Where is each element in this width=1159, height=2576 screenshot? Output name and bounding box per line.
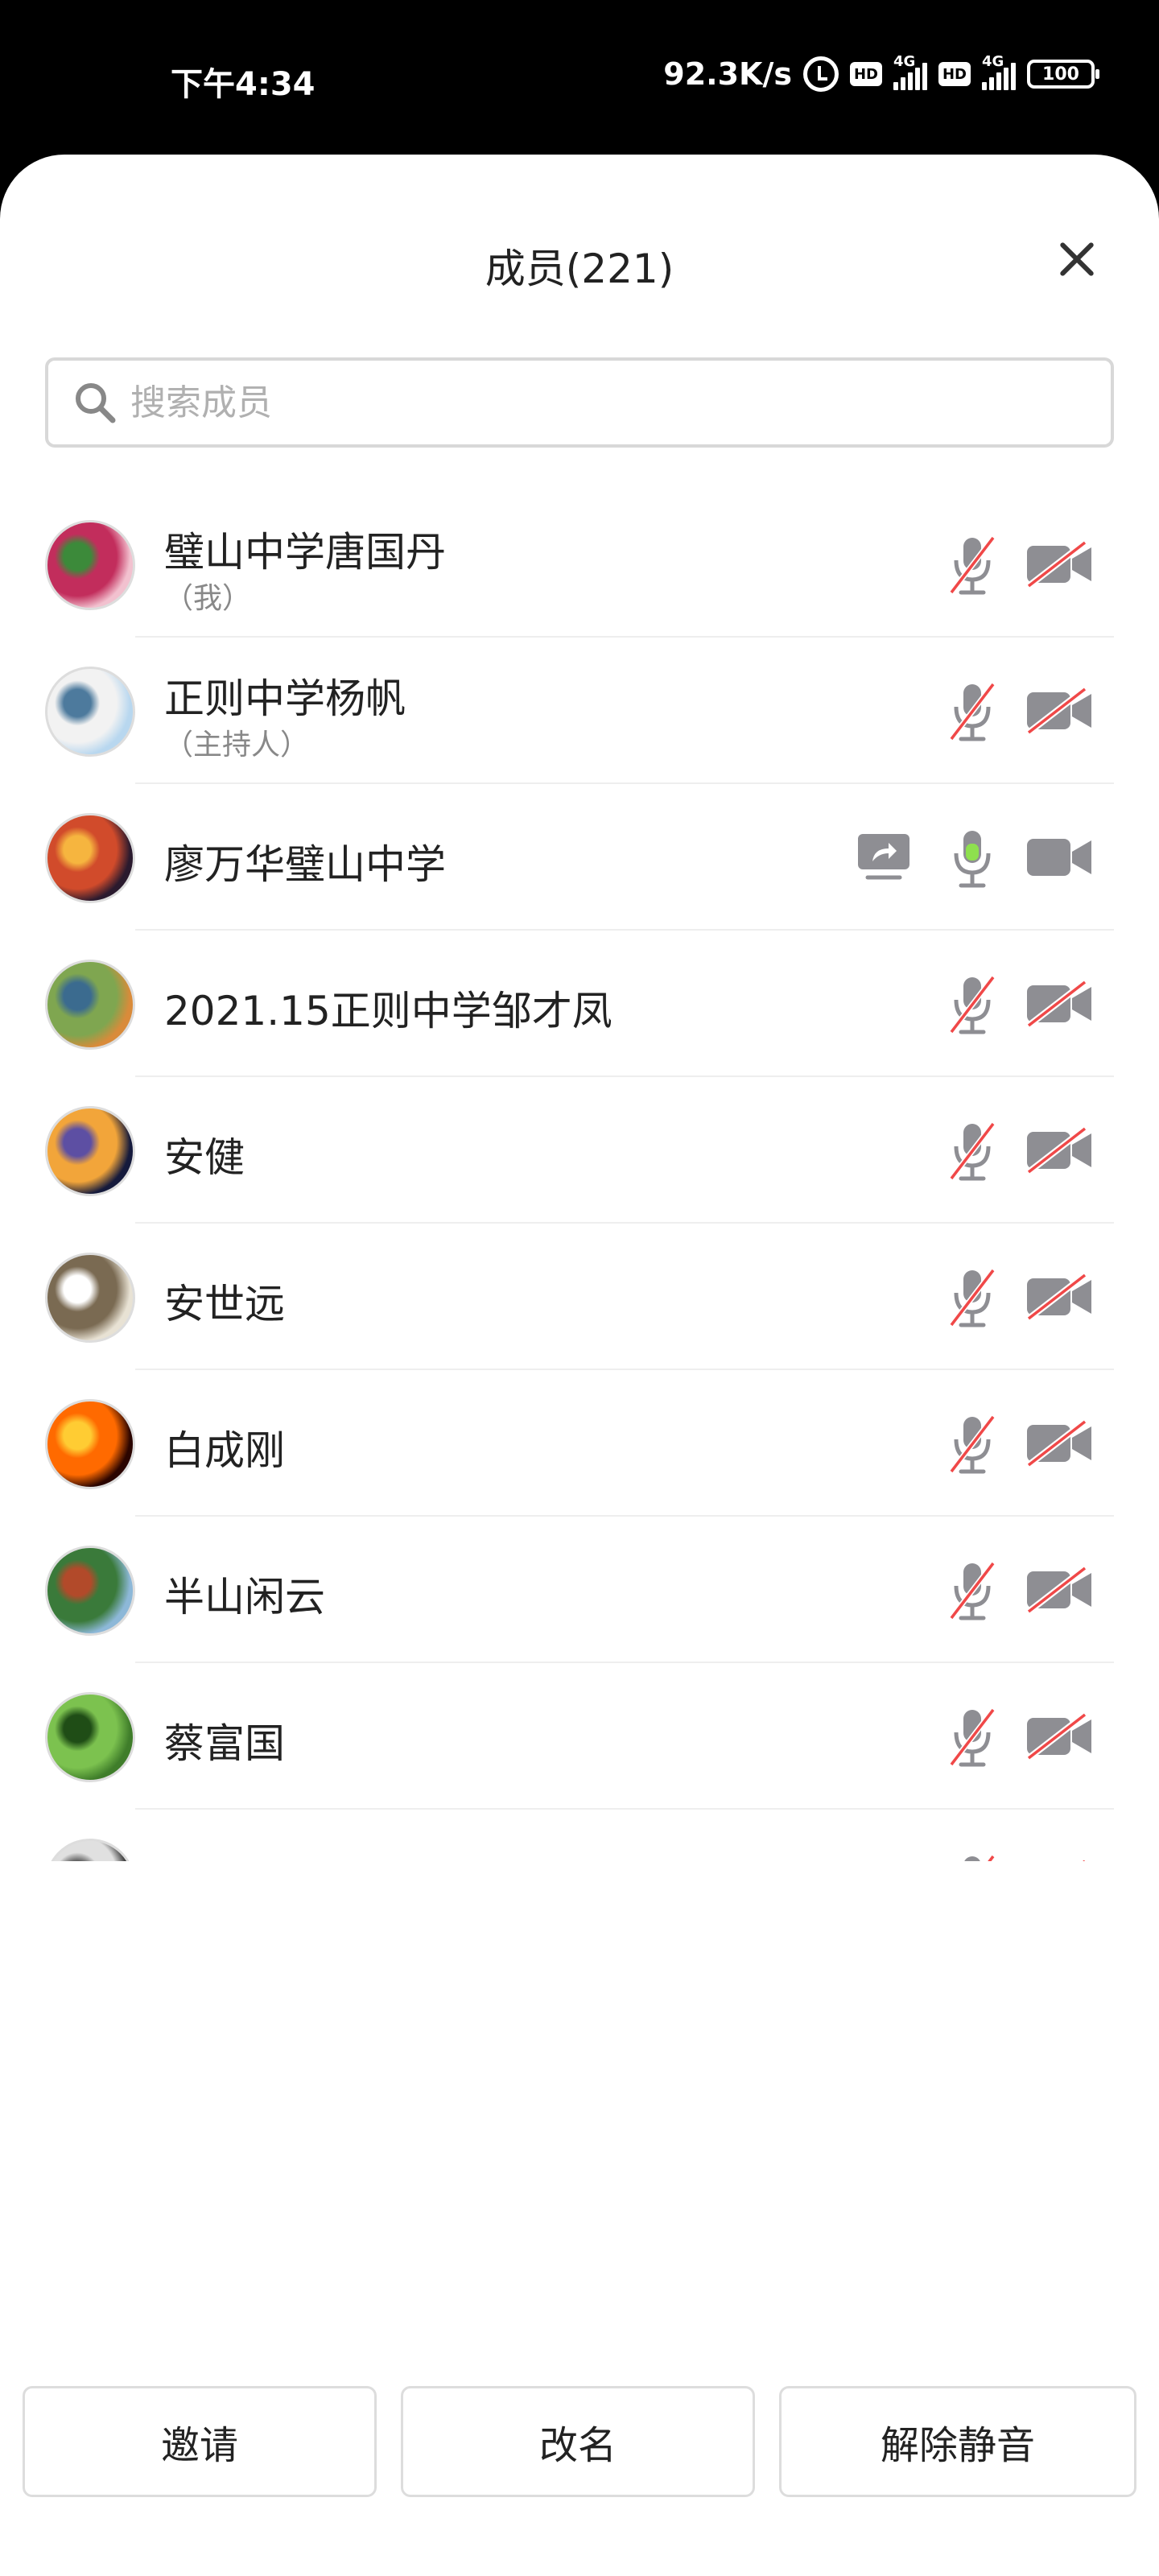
mic-muted-icon[interactable]	[947, 1558, 998, 1623]
search-box[interactable]	[45, 357, 1114, 448]
member-row[interactable]: 安世远	[0, 1224, 1159, 1370]
invite-button[interactable]: 邀请	[23, 2386, 377, 2497]
mic-muted-icon[interactable]	[947, 1705, 998, 1769]
member-row[interactable]: 曾国恩	[0, 1810, 1159, 1861]
member-name: 2021.15正则中学邹才凤	[164, 988, 612, 1034]
camera-off-icon[interactable]	[1025, 541, 1093, 588]
members-sheet: 成员(221) 璧山中学唐国丹 （我） 正则中学杨帆 （主持人） 廖万华璧山中学 2021…	[0, 155, 1159, 2576]
avatar	[45, 813, 135, 903]
avatar	[45, 960, 135, 1050]
page-title: 成员(221)	[485, 246, 674, 292]
camera-off-icon[interactable]	[1025, 1127, 1093, 1174]
member-name: 安世远	[164, 1281, 285, 1327]
signal-icon: 4G	[893, 53, 927, 90]
hd-icon: HD	[850, 62, 882, 86]
action-bar: 邀请 改名 解除静音	[0, 2386, 1159, 2499]
status-bar: 下午4:34 92.3K/s HD 4G HD 4G 100	[0, 0, 1159, 155]
member-row[interactable]: 白成刚	[0, 1370, 1159, 1517]
camera-off-icon[interactable]	[1025, 687, 1093, 734]
member-row[interactable]: 半山闲云	[0, 1517, 1159, 1663]
hd-icon-2: HD	[938, 62, 971, 86]
avatar	[45, 1839, 135, 1861]
network-type-label: 4G	[893, 53, 916, 70]
mic-muted-icon[interactable]	[947, 1265, 998, 1330]
mic-muted-icon[interactable]	[947, 1119, 998, 1183]
member-name: 廖万华璧山中学	[164, 841, 446, 888]
camera-off-icon[interactable]	[1025, 1567, 1093, 1613]
mic-muted-icon[interactable]	[947, 972, 998, 1037]
member-list[interactable]: 璧山中学唐国丹 （我） 正则中学杨帆 （主持人） 廖万华璧山中学 2021.15正则中学邹…	[0, 491, 1159, 1861]
screen-share-icon	[858, 834, 909, 880]
camera-off-icon[interactable]	[1025, 1420, 1093, 1467]
member-row[interactable]: 璧山中学唐国丹 （我）	[0, 491, 1159, 638]
mic-muted-icon[interactable]	[947, 533, 998, 597]
camera-off-icon[interactable]	[1025, 1860, 1093, 1861]
member-name: 正则中学杨帆	[164, 675, 406, 722]
mic-muted-icon[interactable]	[947, 1852, 998, 1861]
signal-icon-2: 4G	[982, 53, 1016, 90]
alarm-icon	[803, 56, 839, 92]
network-speed: 92.3K/s	[663, 56, 792, 92]
member-name: 半山闲云	[164, 1574, 325, 1620]
status-time: 下午4:34	[171, 66, 316, 103]
rename-button[interactable]: 改名	[401, 2386, 755, 2497]
member-row[interactable]: 2021.15正则中学邹才凤	[0, 931, 1159, 1077]
network-type-label-2: 4G	[982, 53, 1004, 70]
camera-off-icon[interactable]	[1025, 1274, 1093, 1320]
camera-icon[interactable]	[1025, 834, 1093, 881]
mic-muted-icon[interactable]	[947, 679, 998, 744]
avatar	[45, 667, 135, 757]
status-indicators: 92.3K/s HD 4G HD 4G 100	[663, 53, 1099, 92]
member-name: 安健	[164, 1134, 245, 1181]
search-input[interactable]	[130, 382, 1080, 423]
avatar	[45, 1546, 135, 1636]
member-name: 白成刚	[164, 1427, 285, 1474]
member-row[interactable]: 廖万华璧山中学	[0, 784, 1159, 931]
mic-icon[interactable]	[947, 826, 998, 890]
member-name: 蔡富国	[164, 1720, 285, 1767]
member-name: 璧山中学唐国丹	[164, 529, 446, 576]
search-icon	[76, 383, 116, 423]
camera-off-icon[interactable]	[1025, 1713, 1093, 1760]
unmute-button[interactable]: 解除静音	[779, 2386, 1136, 2497]
member-row[interactable]: 安健	[0, 1077, 1159, 1224]
avatar	[45, 1253, 135, 1343]
camera-off-icon[interactable]	[1025, 980, 1093, 1027]
member-row[interactable]: 正则中学杨帆 （主持人）	[0, 638, 1159, 784]
avatar	[45, 1106, 135, 1196]
battery-icon: 100	[1027, 60, 1099, 89]
member-role: （我）	[164, 582, 252, 615]
member-name: 曾国恩	[164, 1858, 285, 1861]
mic-muted-icon[interactable]	[947, 1412, 998, 1476]
member-row[interactable]: 蔡富国	[0, 1663, 1159, 1810]
close-icon[interactable]	[1051, 233, 1103, 285]
avatar	[45, 1399, 135, 1489]
member-role: （主持人）	[164, 729, 310, 762]
avatar	[45, 1692, 135, 1782]
avatar	[45, 520, 135, 610]
